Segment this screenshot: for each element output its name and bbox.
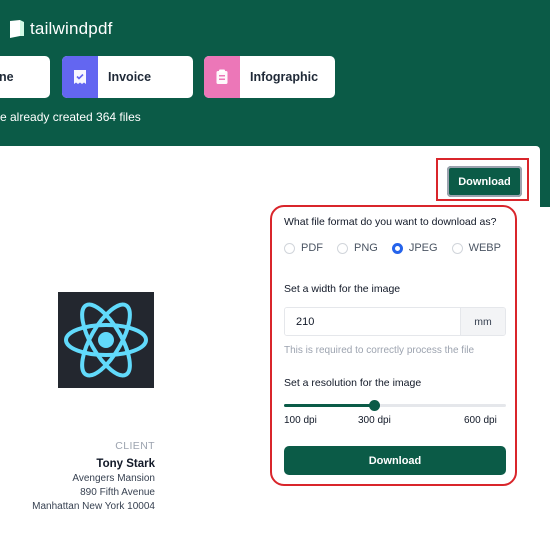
width-input[interactable] bbox=[285, 308, 460, 335]
resolution-slider[interactable] bbox=[284, 400, 506, 412]
template-card-infographic[interactable]: Infographic bbox=[204, 56, 335, 98]
client-name: Tony Stark bbox=[96, 458, 155, 470]
template-card-label: Infographic bbox=[250, 70, 319, 84]
format-option-png[interactable]: PNG bbox=[337, 242, 378, 254]
resolution-max-tick: 600 dpi bbox=[464, 415, 497, 426]
files-created-text: e already created 364 files bbox=[0, 110, 141, 124]
client-address-line: 890 Fifth Avenue bbox=[80, 487, 155, 498]
client-address-line: Avengers Mansion bbox=[72, 473, 155, 484]
radio-button-selected[interactable] bbox=[391, 242, 403, 254]
radio-button[interactable] bbox=[337, 242, 348, 254]
format-option-jpeg[interactable]: JPEG bbox=[391, 242, 438, 254]
template-card-invoice[interactable]: Invoice bbox=[62, 56, 193, 98]
slider-fill bbox=[284, 404, 374, 407]
download-toggle-button[interactable]: Download bbox=[447, 166, 522, 197]
width-label: Set a width for the image bbox=[284, 283, 401, 295]
infographic-icon bbox=[204, 56, 240, 98]
client-block: CLIENT Tony Stark Avengers Mansion 890 F… bbox=[32, 440, 155, 512]
logo-icon bbox=[10, 20, 24, 38]
width-hint: This is required to correctly process th… bbox=[284, 345, 475, 356]
template-card-label: Invoice bbox=[108, 70, 152, 84]
react-logo-icon bbox=[58, 292, 154, 388]
template-card-partial[interactable]: ne bbox=[0, 56, 50, 98]
template-card-label: ne bbox=[0, 70, 14, 84]
app-logo[interactable]: tailwindpdf bbox=[10, 19, 113, 39]
width-field: mm bbox=[284, 307, 506, 336]
download-button[interactable]: Download bbox=[284, 446, 506, 475]
format-option-label: PDF bbox=[301, 242, 323, 254]
resolution-min-tick: 100 dpi bbox=[284, 415, 317, 426]
format-option-label: JPEG bbox=[408, 242, 438, 254]
slider-thumb[interactable] bbox=[369, 400, 380, 411]
invoice-icon bbox=[62, 56, 98, 98]
resolution-selected-tick: 300 dpi bbox=[358, 415, 391, 426]
radio-button[interactable] bbox=[451, 242, 463, 254]
client-caption: CLIENT bbox=[115, 440, 155, 452]
format-option-pdf[interactable]: PDF bbox=[284, 242, 323, 254]
template-cards: ne Invoice Infographic bbox=[0, 56, 550, 98]
radio-button[interactable] bbox=[284, 242, 295, 254]
client-address-line: Manhattan New York 10004 bbox=[32, 501, 155, 512]
resolution-label: Set a resolution for the image bbox=[284, 377, 422, 389]
format-option-webp[interactable]: WEBP bbox=[451, 242, 501, 254]
width-unit: mm bbox=[460, 308, 505, 335]
format-radio-group: PDF PNG JPEG WEBP bbox=[284, 242, 515, 254]
format-question: What file format do you want to download… bbox=[284, 216, 497, 228]
app-name: tailwindpdf bbox=[30, 19, 113, 38]
format-option-label: PNG bbox=[354, 242, 378, 254]
format-option-label: WEBP bbox=[468, 242, 501, 254]
